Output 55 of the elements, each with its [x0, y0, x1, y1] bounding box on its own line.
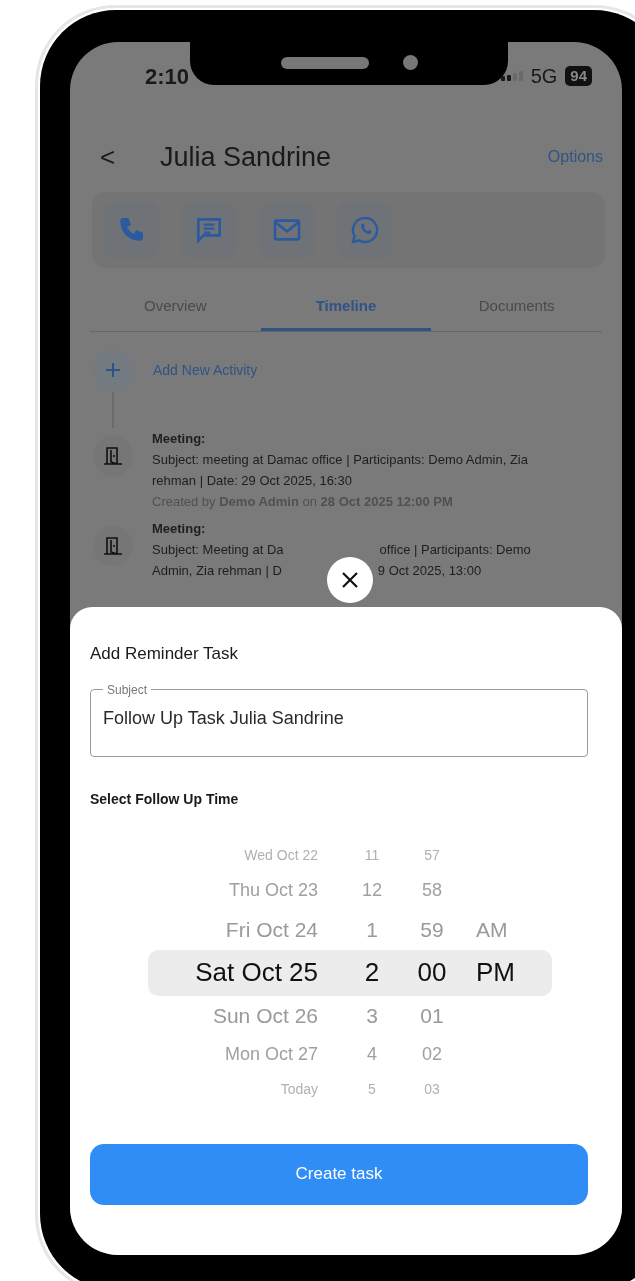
picker-period[interactable]: PM: [476, 953, 515, 992]
contact-action-button[interactable]: [181, 202, 237, 258]
back-button[interactable]: <: [100, 137, 160, 177]
section-label: Select Follow Up Time: [90, 789, 240, 809]
picker-date[interactable]: Sat Oct 25: [148, 953, 318, 992]
contact-name: Julia Sandrine: [160, 140, 332, 174]
picker-date[interactable]: Fri Oct 24: [148, 913, 318, 946]
create-task-button[interactable]: Create task: [90, 1143, 588, 1205]
status-time: 2:10: [145, 62, 190, 91]
picker-minute[interactable]: 03: [404, 1079, 460, 1100]
picker-minute[interactable]: 01: [404, 999, 460, 1032]
door-icon: [93, 436, 133, 476]
picker-hour[interactable]: 12: [340, 877, 404, 904]
close-button[interactable]: [327, 557, 373, 603]
tab[interactable]: Timeline: [260, 284, 432, 331]
picker-date[interactable]: Today: [148, 1079, 318, 1100]
plus-icon[interactable]: [93, 350, 133, 390]
battery-indicator: 94: [565, 66, 592, 86]
door-icon: [93, 526, 133, 566]
picker-date[interactable]: Sun Oct 26: [148, 999, 318, 1032]
activity-subject: Subject: Meeting at Da: [152, 541, 284, 559]
activity-subject: office | Participants: Demo: [379, 541, 531, 559]
picker-minute[interactable]: 58: [404, 877, 460, 904]
picker-hour[interactable]: 1: [340, 913, 404, 946]
picker-hour[interactable]: 5: [340, 1079, 404, 1100]
picker-date[interactable]: Mon Oct 27: [148, 1041, 318, 1068]
sheet-title: Add Reminder Task: [90, 643, 240, 665]
subject-field[interactable]: Follow Up Task Julia Sandrine: [103, 698, 575, 732]
picker-minute[interactable]: 59: [404, 913, 460, 946]
field-label: Subject: [106, 681, 149, 699]
picker-hour[interactable]: 4: [340, 1041, 404, 1068]
chat-bubble-icon: [349, 214, 381, 246]
network-label: 5G: [530, 64, 558, 89]
picker-period[interactable]: AM: [476, 913, 508, 946]
picker-hour[interactable]: 3: [340, 999, 404, 1032]
contact-action-button[interactable]: [259, 202, 315, 258]
activity-subject: Subject: meeting at Damac office | Participants: Demo Admin, Zia rehman | Date: 29 Oct 2025, 16:30: [152, 451, 529, 490]
activity-type: Meeting:: [152, 430, 207, 448]
picker-hour[interactable]: 11: [340, 845, 404, 866]
picker-minute[interactable]: 00: [404, 953, 460, 992]
contact-action-button[interactable]: [103, 202, 159, 258]
picker-date[interactable]: Wed Oct 22: [148, 845, 318, 866]
close-icon: [340, 570, 360, 590]
options-button[interactable]: Options: [547, 145, 603, 169]
activity-subject: 9 Oct 2025, 13:00: [377, 562, 482, 580]
picker-minute[interactable]: 02: [404, 1041, 460, 1068]
picker-date[interactable]: Thu Oct 23: [148, 877, 318, 904]
activity-subject: Admin, Zia rehman | D: [152, 562, 282, 580]
signal-icon: [500, 71, 523, 81]
activity-type: Meeting:: [152, 520, 207, 538]
contact-action-button[interactable]: [337, 202, 393, 258]
add-activity-link[interactable]: Add New Activity: [153, 359, 258, 381]
selected-time-row[interactable]: Sat Oct 25 2 00 PM: [148, 949, 552, 996]
picker-minute[interactable]: 57: [404, 845, 460, 866]
picker-hour[interactable]: 2: [340, 953, 404, 992]
